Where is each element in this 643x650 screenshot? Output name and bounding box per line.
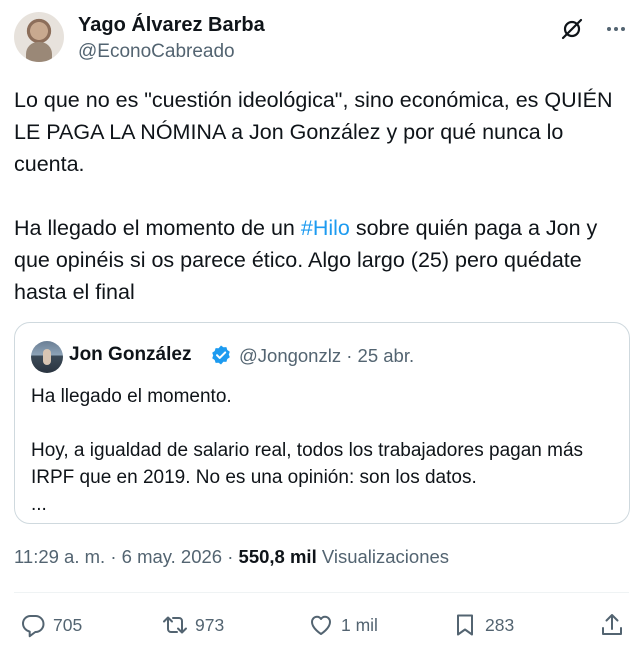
grok-icon[interactable] — [559, 16, 585, 42]
author-avatar[interactable] — [14, 12, 64, 62]
share-button[interactable] — [599, 608, 625, 642]
share-icon — [602, 614, 622, 635]
like-button[interactable]: 1 mil — [308, 608, 378, 642]
verified-badge-icon — [210, 344, 232, 366]
tweet-time[interactable]: 11:29 a. m. — [14, 546, 105, 567]
reply-icon — [22, 615, 45, 638]
tweet-body: Lo que no es "cuestión ideológica", sino… — [14, 84, 626, 308]
actions-divider — [14, 592, 629, 593]
bookmark-icon — [457, 614, 473, 636]
views-label: Visualizaciones — [321, 546, 450, 567]
quoted-meta: @Jongonzlz · 25 abr. — [239, 345, 414, 367]
quoted-line-1: Ha llegado el momento. — [31, 386, 232, 407]
bookmark-count: 283 — [485, 614, 515, 635]
quoted-author-avatar[interactable] — [31, 341, 63, 373]
heart-icon — [311, 615, 331, 635]
more-options-icon[interactable] — [603, 16, 629, 42]
retweet-button[interactable]: 973 — [162, 608, 224, 642]
hashtag-link[interactable]: #Hilo — [301, 216, 350, 240]
quoted-author-name[interactable]: Jon González — [69, 344, 191, 366]
tweet-text-segment: Ha llegado el momento de un — [14, 216, 301, 240]
views-count: 550,8 mil — [238, 546, 317, 567]
tweet-paragraph-1: Lo que no es "cuestión ideológica", sino… — [14, 88, 613, 176]
like-count: 1 mil — [341, 614, 378, 635]
retweet-icon — [163, 616, 187, 634]
quoted-tweet-card[interactable]: Jon González @Jongonzlz · 25 abr. Ha lle… — [14, 322, 630, 524]
tweet-actions-bar: 705 973 1 mil 283 — [14, 608, 629, 642]
reply-button[interactable]: 705 — [20, 608, 82, 642]
author-handle[interactable]: @EconoCabreado — [78, 41, 235, 63]
quoted-date[interactable]: 25 abr. — [358, 345, 415, 366]
tweet-paragraph-2: Ha llegado el momento de un #Hilo sobre … — [14, 212, 626, 308]
quoted-ellipsis: ... — [31, 494, 47, 515]
meta-separator: · — [227, 546, 239, 567]
reply-count: 705 — [53, 614, 83, 635]
tweet-meta: 11:29 a. m. · 6 may. 2026 · 550,8 mil Vi… — [14, 546, 449, 568]
tweet-date[interactable]: 6 may. 2026 — [122, 546, 222, 567]
bookmark-button[interactable]: 283 — [452, 608, 514, 642]
quoted-line-2: Hoy, a igualdad de salario real, todos l… — [31, 440, 584, 488]
author-name[interactable]: Yago Álvarez Barba — [78, 14, 265, 37]
retweet-count: 973 — [195, 614, 225, 635]
quoted-body: Ha llegado el momento. Hoy, a igualdad d… — [31, 383, 611, 518]
meta-separator: · — [346, 345, 358, 366]
tweet-header: Yago Álvarez Barba @EconoCabreado — [14, 12, 629, 68]
meta-separator: · — [110, 546, 122, 567]
quoted-author-handle[interactable]: @Jongonzlz — [239, 345, 341, 366]
